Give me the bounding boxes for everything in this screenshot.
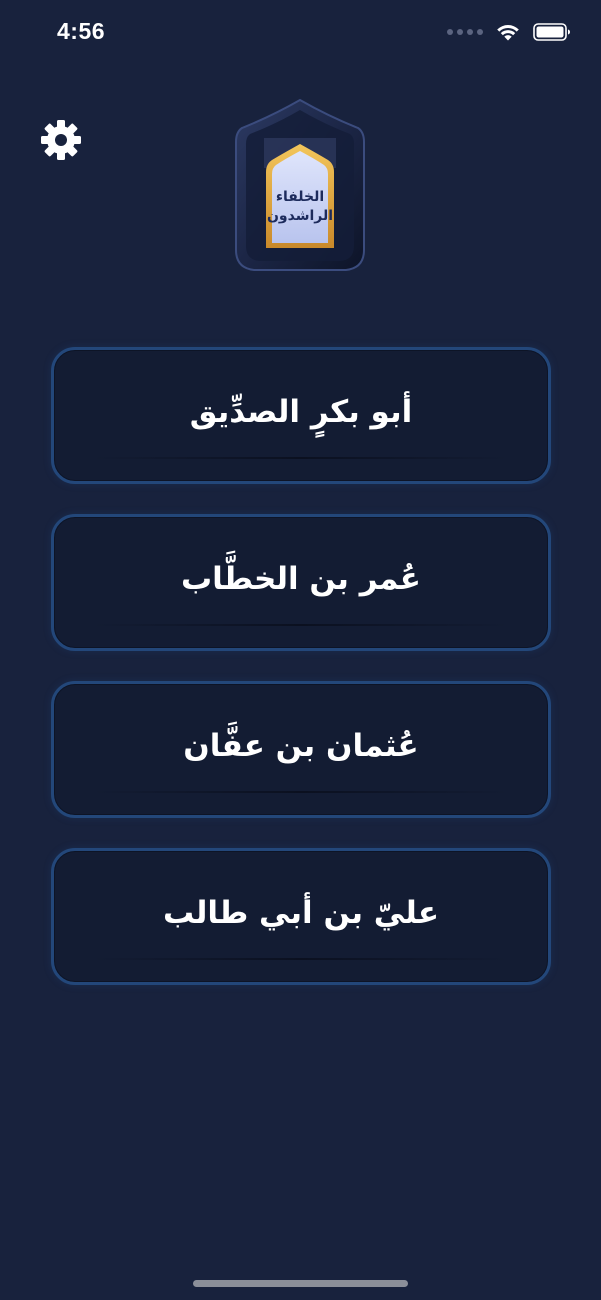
menu-button-label: أبو بكرٍ الصدِّيق: [189, 393, 413, 430]
status-icons: [447, 22, 571, 42]
status-time: 4:56: [57, 18, 106, 44]
menu-button-label: عُثمان بن عفَّان: [183, 727, 419, 764]
wifi-icon: [497, 25, 519, 41]
battery-icon: [533, 23, 570, 41]
cellular-signal-icon: [447, 29, 483, 35]
menu-button-label: عليّ بن أبي طالب: [162, 894, 440, 931]
menu-button-uthman[interactable]: عُثمان بن عفَّان: [51, 681, 551, 818]
app-logo: الخلفاء الراشدون: [230, 98, 370, 276]
menu-button-label: عُمر بن الخطَّاب: [181, 560, 421, 597]
home-indicator[interactable]: [193, 1280, 408, 1287]
logo-text-line1: الخلفاء: [276, 189, 324, 205]
logo-text-line2: الراشدون: [267, 208, 333, 224]
status-bar: 4:56: [0, 0, 601, 66]
menu-button-ali[interactable]: عليّ بن أبي طالب: [51, 848, 551, 985]
caliphs-menu: أبو بكرٍ الصدِّيق عُمر بن الخطَّاب عُثما…: [51, 347, 551, 1015]
settings-button[interactable]: [38, 117, 84, 163]
menu-button-umar[interactable]: عُمر بن الخطَّاب: [51, 514, 551, 651]
menu-button-abu-bakr[interactable]: أبو بكرٍ الصدِّيق: [51, 347, 551, 484]
gear-icon: [41, 120, 81, 160]
